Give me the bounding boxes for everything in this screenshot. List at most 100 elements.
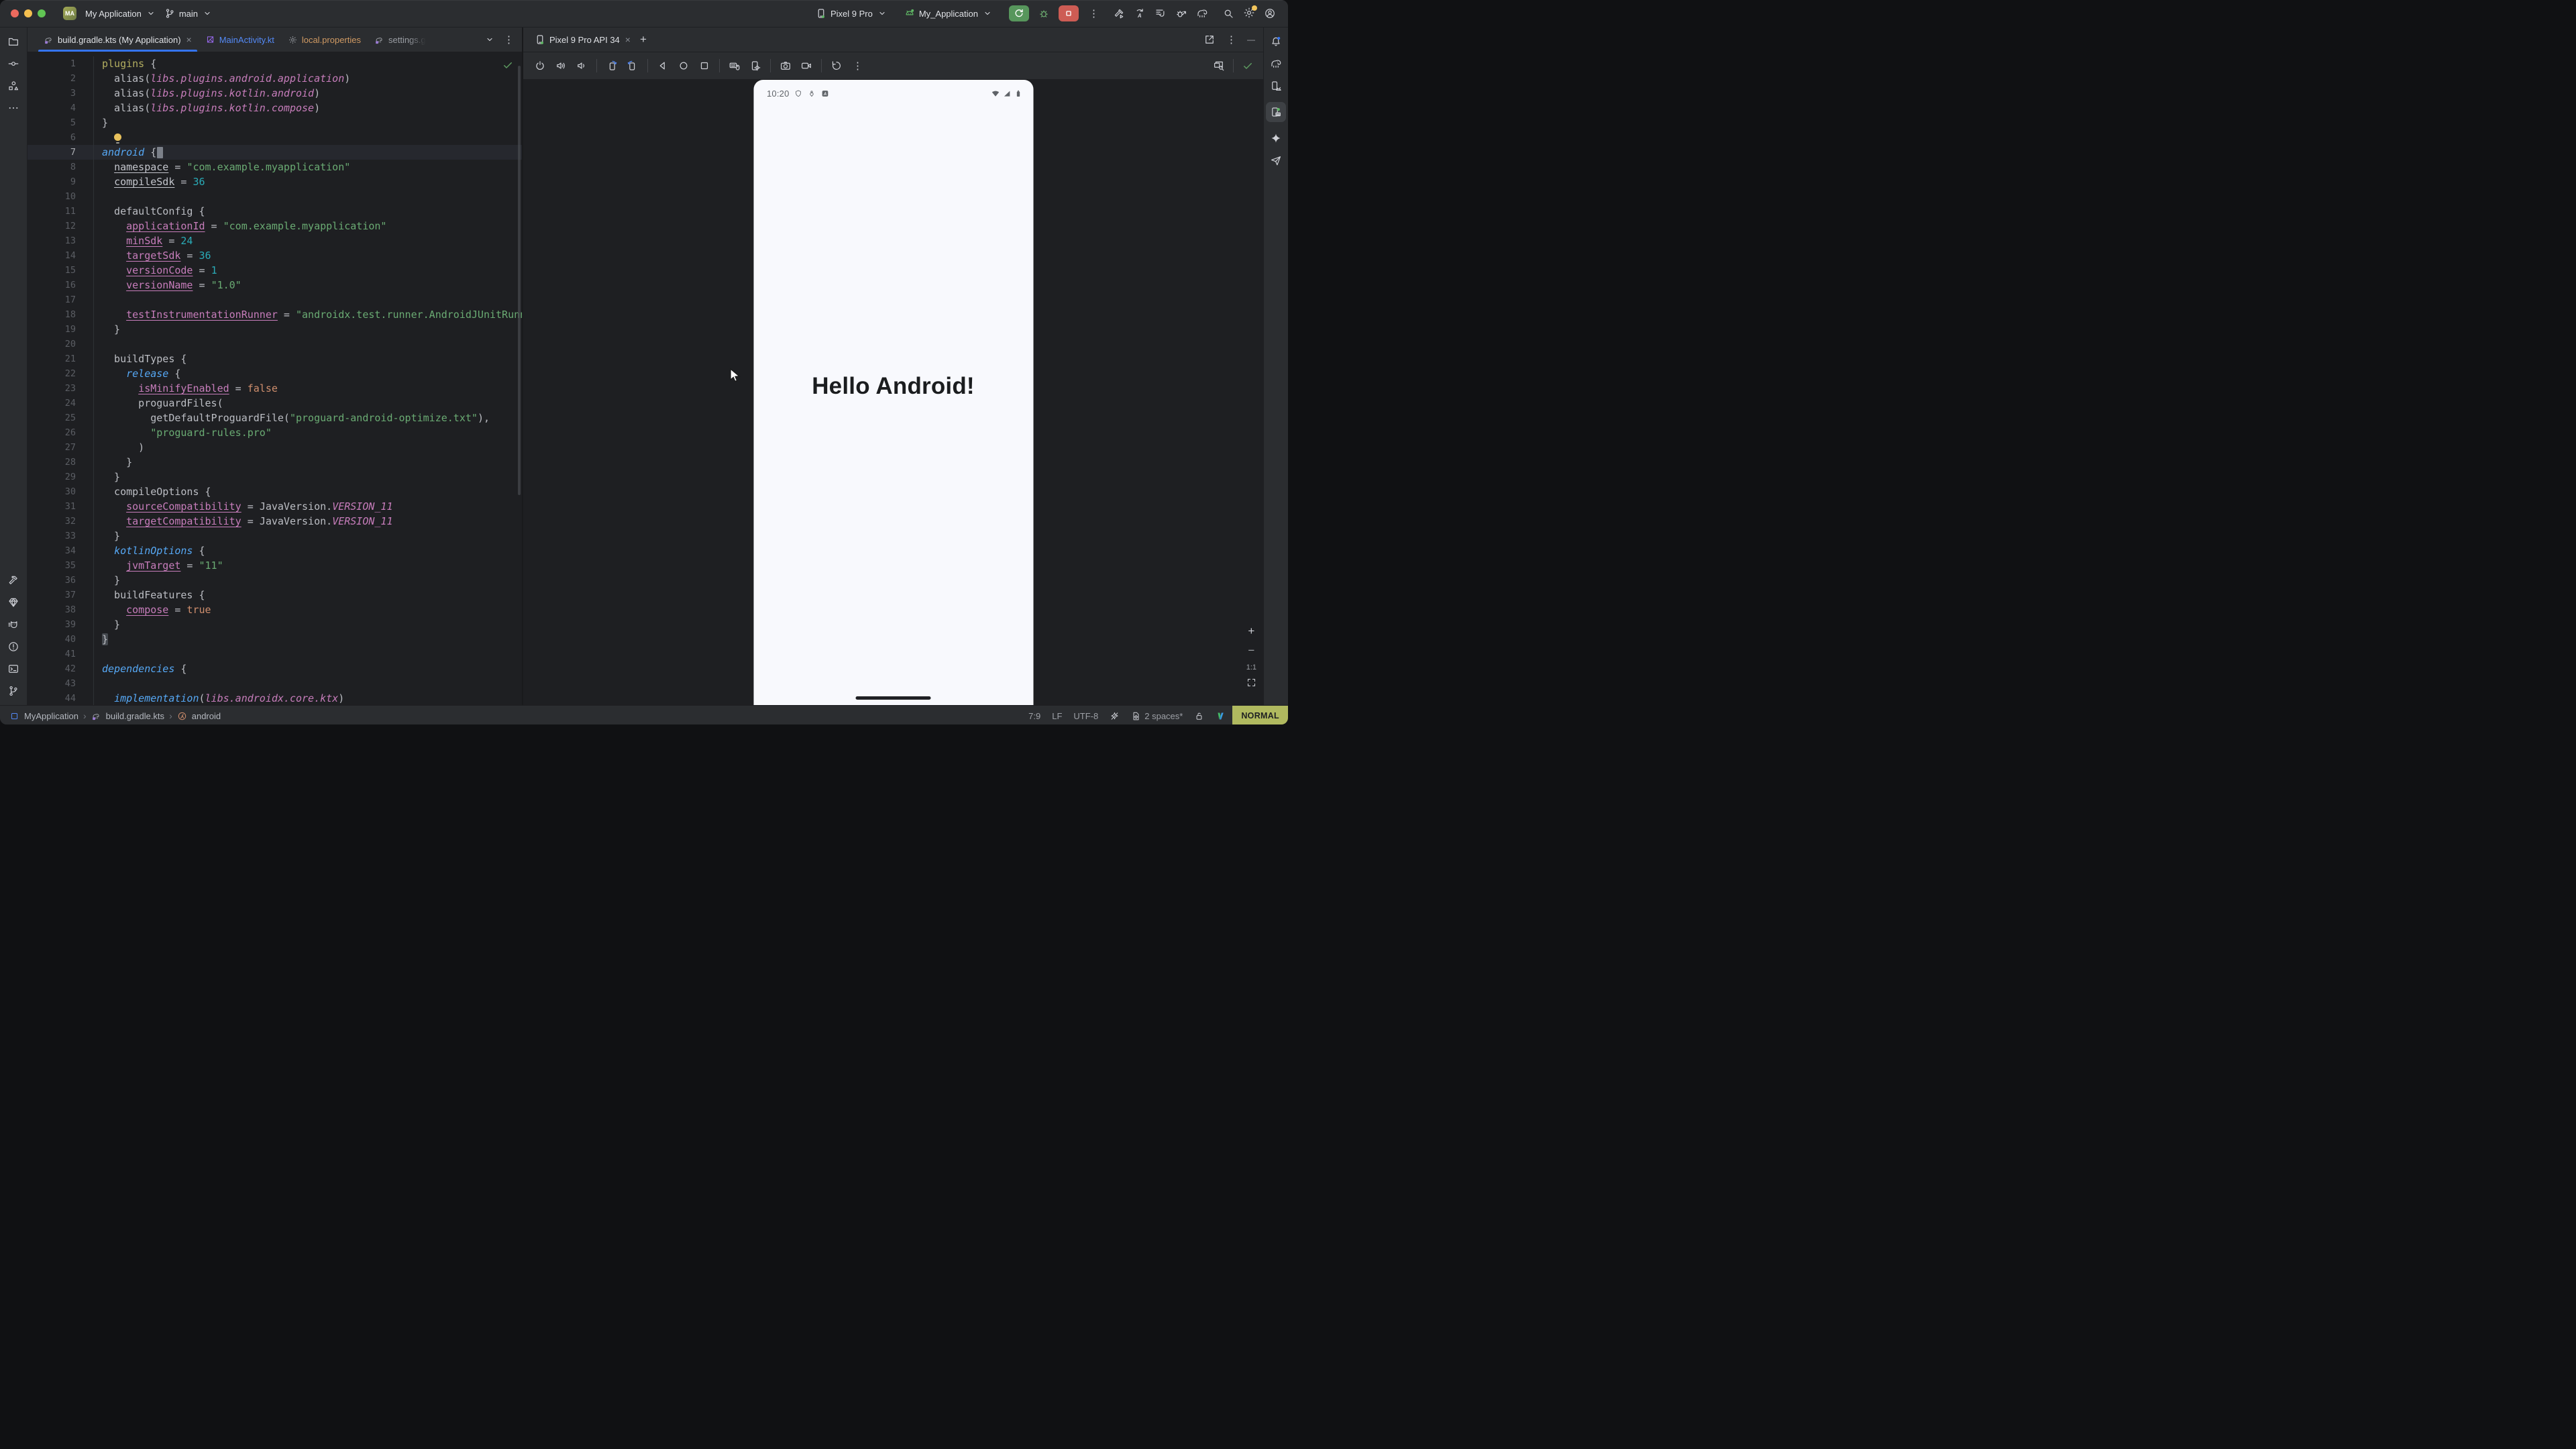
add-device-tab-icon[interactable]: +: [640, 33, 647, 46]
breadcrumb-node[interactable]: android: [192, 711, 221, 721]
line-number[interactable]: 39: [28, 617, 94, 632]
line-number[interactable]: 4: [28, 101, 94, 115]
notifications-icon[interactable]: [1270, 36, 1282, 48]
profile-icon[interactable]: [1264, 7, 1276, 19]
app-quality-insights-icon[interactable]: [1270, 154, 1282, 166]
code-line[interactable]: 38 compose = true: [28, 602, 522, 617]
line-number[interactable]: 26: [28, 425, 94, 440]
inspections-ok-icon[interactable]: [502, 59, 514, 71]
code-line[interactable]: 34 kotlinOptions {: [28, 543, 522, 558]
minimize-window-button[interactable]: [24, 9, 32, 17]
apply-code-changes-icon[interactable]: [1155, 7, 1167, 19]
ideavim-icon[interactable]: [1216, 711, 1226, 721]
power-button-icon[interactable]: [534, 60, 546, 72]
line-number[interactable]: 3: [28, 86, 94, 101]
code-line[interactable]: 37 buildFeatures {: [28, 588, 522, 602]
line-number[interactable]: 38: [28, 602, 94, 617]
lightbulb-icon[interactable]: [114, 133, 121, 141]
open-in-window-icon[interactable]: [1203, 34, 1216, 46]
caret-position-widget[interactable]: 7:9: [1028, 711, 1040, 721]
indent-widget[interactable]: 2 spaces*: [1131, 711, 1183, 721]
code-line[interactable]: 6: [28, 130, 522, 145]
volume-down-icon[interactable]: [576, 60, 588, 72]
code-line[interactable]: 3 alias(libs.plugins.kotlin.android): [28, 86, 522, 101]
gemini-icon[interactable]: [1270, 132, 1282, 144]
line-number[interactable]: 20: [28, 337, 94, 352]
code-line[interactable]: 28 }: [28, 455, 522, 470]
line-number[interactable]: 13: [28, 233, 94, 248]
code-line[interactable]: 18 testInstrumentationRunner = "androidx…: [28, 307, 522, 322]
search-everywhere-icon[interactable]: [1222, 7, 1234, 19]
code-line[interactable]: 21 buildTypes {: [28, 352, 522, 366]
debug-button[interactable]: [1038, 7, 1050, 19]
code-line[interactable]: 23 isMinifyEnabled = false: [28, 381, 522, 396]
problems-tool-icon[interactable]: [7, 641, 19, 653]
code-line[interactable]: 2 alias(libs.plugins.android.application…: [28, 71, 522, 86]
code-line[interactable]: 16 versionName = "1.0": [28, 278, 522, 292]
line-separator-widget[interactable]: LF: [1052, 711, 1062, 721]
code-line[interactable]: 30 compileOptions {: [28, 484, 522, 499]
build-tool-icon[interactable]: [7, 574, 19, 586]
tab-settings-gradle[interactable]: settings.g: [368, 28, 433, 52]
gradle-sync-icon[interactable]: [1196, 7, 1208, 19]
code-line[interactable]: 25 getDefaultProguardFile("proguard-andr…: [28, 411, 522, 425]
device-tab[interactable]: Pixel 9 Pro API 34: [534, 34, 620, 46]
line-number[interactable]: 2: [28, 71, 94, 86]
code-line[interactable]: 7android {: [28, 145, 522, 160]
screenshot-icon[interactable]: [780, 60, 792, 72]
code-line[interactable]: 10: [28, 189, 522, 204]
hardware-input-icon[interactable]: [729, 60, 741, 72]
attach-debugger-icon[interactable]: [1175, 7, 1187, 19]
code-line[interactable]: 42dependencies {: [28, 661, 522, 676]
zoom-in-button[interactable]: +: [1248, 625, 1254, 638]
vcs-branch-widget[interactable]: main: [164, 7, 213, 19]
line-number[interactable]: 12: [28, 219, 94, 233]
code-line[interactable]: 4 alias(libs.plugins.kotlin.compose): [28, 101, 522, 115]
line-number[interactable]: 31: [28, 499, 94, 514]
line-number[interactable]: 22: [28, 366, 94, 381]
android-overview-icon[interactable]: [698, 60, 710, 72]
tab-local-properties[interactable]: local.properties: [281, 28, 368, 52]
code-line[interactable]: 39 }: [28, 617, 522, 632]
line-number[interactable]: 7: [28, 145, 94, 160]
line-number[interactable]: 5: [28, 115, 94, 130]
settings-button[interactable]: [1243, 7, 1255, 21]
code-line[interactable]: 29 }: [28, 470, 522, 484]
line-number[interactable]: 24: [28, 396, 94, 411]
line-number[interactable]: 32: [28, 514, 94, 529]
more-tools-icon[interactable]: [7, 102, 19, 114]
terminal-tool-icon[interactable]: [7, 663, 19, 675]
line-number[interactable]: 25: [28, 411, 94, 425]
code-line[interactable]: 14 targetSdk = 36: [28, 248, 522, 263]
rotate-right-icon[interactable]: [627, 60, 639, 72]
breadcrumb-module[interactable]: MyApplication: [24, 711, 78, 721]
code-line[interactable]: 24 proguardFiles(: [28, 396, 522, 411]
run-configuration-selector[interactable]: My_Application: [904, 7, 994, 19]
editor-scrollbar[interactable]: [518, 66, 521, 495]
code-line[interactable]: 17: [28, 292, 522, 307]
code-line[interactable]: 32 targetCompatibility = JavaVersion.VER…: [28, 514, 522, 529]
code-line[interactable]: 1plugins {: [28, 56, 522, 71]
volume-up-icon[interactable]: [555, 60, 567, 72]
device-settings-icon[interactable]: [749, 60, 761, 72]
code-line[interactable]: 9 compileSdk = 36: [28, 174, 522, 189]
line-number[interactable]: 18: [28, 307, 94, 322]
line-number[interactable]: 33: [28, 529, 94, 543]
code-line[interactable]: 26 "proguard-rules.pro": [28, 425, 522, 440]
tab-build-gradle[interactable]: build.gradle.kts (My Application) ×: [37, 28, 199, 52]
logcat-tool-icon[interactable]: [7, 619, 19, 631]
line-number[interactable]: 6: [28, 130, 94, 145]
line-number[interactable]: 29: [28, 470, 94, 484]
stop-button[interactable]: [1059, 5, 1079, 21]
close-device-tab-icon[interactable]: ×: [625, 34, 631, 45]
code-line[interactable]: 11 defaultConfig {: [28, 204, 522, 219]
line-number[interactable]: 21: [28, 352, 94, 366]
unlock-icon[interactable]: [1194, 711, 1204, 721]
tab-mainactivity[interactable]: MainActivity.kt: [199, 28, 281, 52]
rerun-button[interactable]: [1009, 5, 1029, 21]
line-number[interactable]: 35: [28, 558, 94, 573]
code-line[interactable]: 43: [28, 676, 522, 691]
code-line[interactable]: 40}: [28, 632, 522, 647]
code-line[interactable]: 27 ): [28, 440, 522, 455]
code-line[interactable]: 36 }: [28, 573, 522, 588]
